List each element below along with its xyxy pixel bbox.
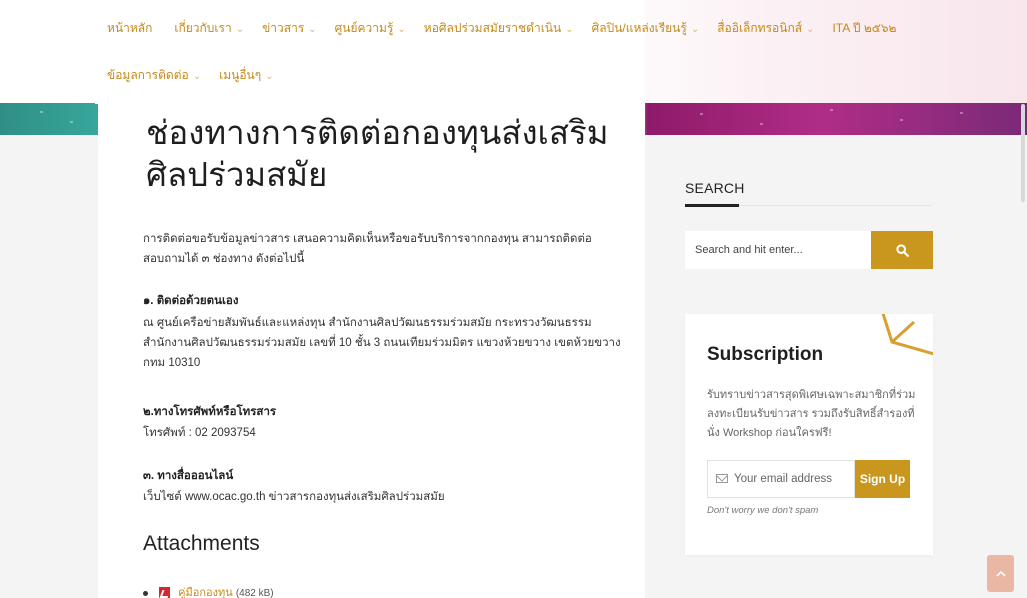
subscription-card: Subscription รับทราบข่าวสารสุดพิเศษเฉพาะ… — [685, 314, 933, 555]
chevron-down-icon: ⌄ — [397, 24, 406, 35]
nav-item-secondary-0[interactable]: ข้อมูลการติดต่อ ⌄ — [107, 66, 201, 85]
email-field[interactable] — [734, 461, 854, 497]
chevron-down-icon: ⌄ — [690, 24, 700, 35]
sign-up-button[interactable]: Sign Up — [855, 460, 910, 498]
scrollbar-thumb[interactable] — [1021, 104, 1025, 202]
attachment-link[interactable]: คู่มือกองทุน — [178, 587, 233, 598]
email-field-wrapper — [707, 460, 855, 498]
article-intro: การติดต่อขอรับข้อมูลข่าวสาร เสนอความคิดเ… — [143, 233, 592, 265]
section-heading-phone: ๒.ทางโทรศัพท์หรือโทรสาร — [143, 406, 277, 418]
nav-item-label: เกี่ยวกับเรา — [174, 21, 232, 35]
nav-item-primary-0[interactable]: หน้าหลัก — [107, 19, 152, 38]
nav-item-label: ข้อมูลการติดต่อ — [107, 68, 189, 82]
nav-row-primary: หน้าหลัก เกี่ยวกับเรา ⌄ ข่าวสาร ⌄ ศูนย์ความรู… — [107, 19, 914, 38]
search-input[interactable] — [685, 231, 871, 269]
nav-item-primary-3[interactable]: ศูนย์ความรู้ ⌄ — [335, 19, 406, 38]
bullet-dot — [143, 590, 148, 596]
nav-item-label: หน้าหลัก — [107, 21, 153, 35]
nav-item-label: ITA ปี ๒๕๖๒ — [832, 21, 897, 35]
scrollbar-track[interactable] — [1021, 0, 1027, 598]
envelope-decoration-icon — [881, 314, 933, 356]
nav-item-primary-4[interactable]: หอศิลปร่วมสมัยราชดำเนิน ⌄ — [424, 19, 574, 38]
attachment-size: (482 kB) — [235, 588, 274, 598]
no-spam-note: Don't worry we don't spam — [707, 505, 819, 516]
section-body-online: เว็บไซต์ www.ocac.go.th ข่าวสารกองทุนส่ง… — [143, 491, 445, 503]
nav-item-label: ศิลปิน/แหล่งเรียนรู้ — [591, 21, 687, 35]
section-body-in-person: ณ ศูนย์เครือข่ายสัมพันธ์และแหล่งทุน สำนั… — [143, 317, 621, 369]
subscription-title: Subscription — [707, 344, 824, 365]
nav-item-label: เมนูอื่นๆ — [219, 68, 262, 82]
chevron-down-icon: ⌄ — [308, 24, 317, 35]
nav-item-label: ข่าวสาร — [262, 21, 305, 35]
search-widget-title: SEARCH — [685, 180, 745, 196]
chevron-down-icon: ⌄ — [192, 71, 202, 82]
nav-item-primary-6[interactable]: สื่ออิเล็กทรอนิกส์ ⌄ — [717, 19, 814, 38]
section-body-phone: โทรศัพท์ : 02 2093754 — [143, 427, 256, 439]
nav-item-label: ศูนย์ความรู้ — [334, 21, 394, 35]
chevron-up-icon — [995, 570, 1006, 577]
section-heading-online: ๓. ทางสื่อออนไลน์ — [143, 470, 234, 482]
nav-item-primary-7[interactable]: ITA ปี ๒๕๖๒ — [832, 19, 896, 38]
nav-item-primary-5[interactable]: ศิลปิน/แหล่งเรียนรู้ ⌄ — [592, 19, 700, 38]
attachment-item: คู่มือกองทุน (482 kB) — [143, 583, 274, 598]
main-navigation — [95, 0, 645, 104]
envelope-icon — [716, 474, 728, 483]
search-icon — [895, 243, 909, 257]
chevron-down-icon: ⌄ — [806, 24, 815, 35]
search-button[interactable] — [871, 231, 933, 269]
pdf-icon — [159, 587, 171, 598]
attachments-heading: Attachments — [143, 532, 260, 555]
nav-item-label: สื่ออิเล็กทรอนิกส์ — [717, 21, 803, 35]
chevron-down-icon: ⌄ — [565, 24, 574, 35]
chevron-down-icon: ⌄ — [265, 71, 274, 82]
nav-item-primary-2[interactable]: ข่าวสาร ⌄ — [262, 19, 317, 38]
nav-row-secondary: ข้อมูลการติดต่อ ⌄ เมนูอื่นๆ ⌄ — [107, 66, 292, 85]
nav-item-primary-1[interactable]: เกี่ยวกับเรา ⌄ — [174, 19, 244, 38]
page-title: ช่องทางการติดต่อกองทุนส่งเสริมศิลปร่วมสม… — [146, 114, 609, 193]
section-heading-in-person: ๑. ติดต่อด้วยตนเอง — [143, 295, 239, 307]
back-to-top-button[interactable] — [987, 555, 1014, 592]
subscription-description: รับทราบข่าวสารสุดพิเศษเฉพาะสมาชิกที่ร่วม… — [707, 389, 916, 439]
nav-item-secondary-1[interactable]: เมนูอื่นๆ ⌄ — [219, 66, 273, 85]
chevron-down-icon: ⌄ — [235, 24, 245, 35]
search-divider-accent — [685, 204, 739, 207]
nav-item-label: หอศิลปร่วมสมัยราชดำเนิน — [423, 21, 562, 35]
